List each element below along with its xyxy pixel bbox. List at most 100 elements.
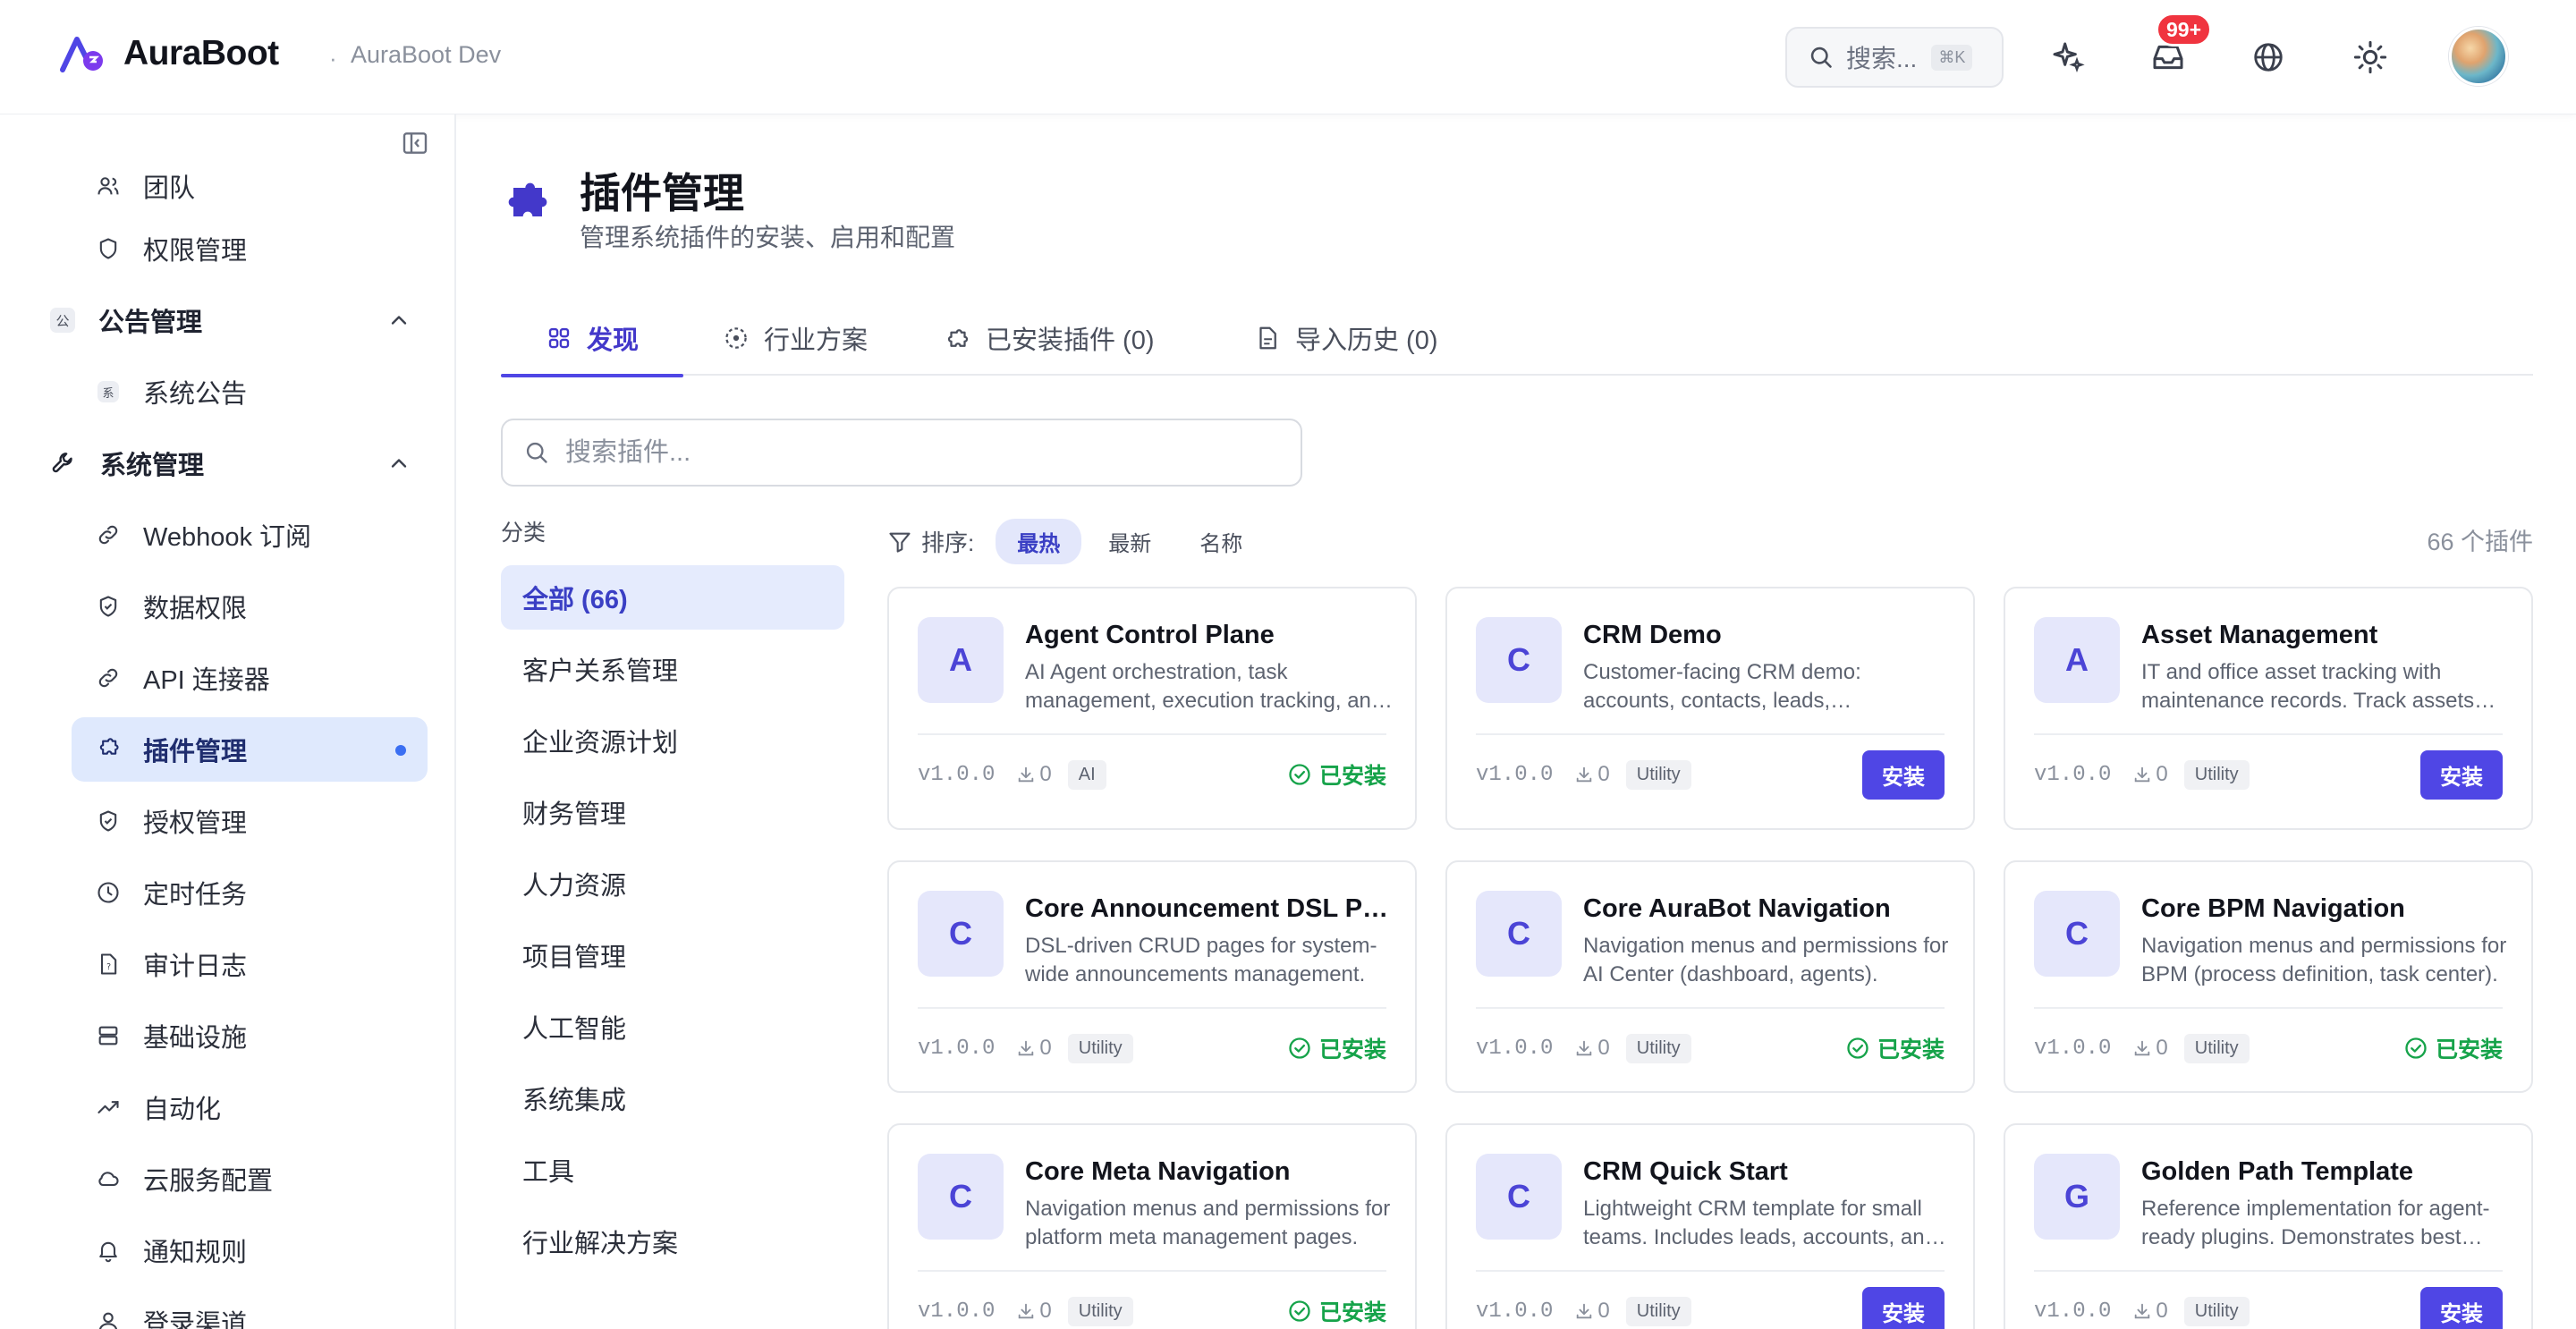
card-divider [1476,733,1945,735]
team-icon [95,173,122,199]
check-circle-icon [2405,1037,2427,1059]
plugin-meta: v1.0.0 0 Utility 安装 [1476,1286,1945,1329]
plugin-downloads: 0 [2132,1036,2168,1061]
install-button[interactable]: 安装 [1862,749,1945,800]
tab-label: 导入历史 (0) [1295,326,1438,355]
plugin-card[interactable]: C Core BPM Navigation Navigation menus and… [2004,860,2533,1093]
clock-icon [95,879,122,906]
plugin-description: DSL-driven CRUD pages for system-wide an… [1025,934,1377,986]
link-icon [95,664,122,691]
installed-status: 已安装 [2403,1032,2503,1064]
sidebar-item-login-channels[interactable]: 登录渠道 [72,1290,428,1329]
plugin-meta: v1.0.0 0 Utility 安装 [1476,749,1945,800]
page-title: 插件管理 [580,170,744,216]
plugin-search[interactable] [501,419,1302,487]
plugin-version: v1.0.0 [918,1299,996,1324]
plugin-card[interactable]: C CRM Quick Start Lightweight CRM template… [1445,1123,1975,1329]
sidebar-item-team[interactable]: 团队 [72,154,428,218]
cloud-icon [95,1165,122,1192]
plugin-search-input[interactable] [565,437,1263,468]
sidebar-item-permissions[interactable]: 权限管理 [72,216,428,281]
category-project[interactable]: 项目管理 [501,923,844,987]
card-divider [2034,1007,2503,1009]
tab-import-history[interactable]: 导入历史 (0) [1209,301,1483,376]
sidebar-item-infrastructure[interactable]: 基础设施 [72,1003,428,1068]
plugin-card[interactable]: C Core AuraBot Navigation Navigation menus… [1445,860,1975,1093]
page-subtitle: 管理系统插件的安装、启用和配置 [580,224,956,251]
plugin-version: v1.0.0 [2034,1299,2112,1324]
tab-discover[interactable]: 发现 [501,301,684,377]
plugin-card[interactable]: C CRM Demo Customer-facing CRM demo: accou… [1445,587,1975,830]
sidebar-item-data-permissions[interactable]: 数据权限 [72,574,428,639]
plugin-downloads: 0 [1574,762,1610,787]
sort-newest[interactable]: 最新 [1087,519,1173,564]
category-integration[interactable]: 系统集成 [501,1066,844,1130]
plugin-version: v1.0.0 [918,762,996,787]
tab-installed-plugins[interactable]: 已安装插件 (0) [900,301,1199,376]
sidebar-item-webhook[interactable]: Webhook 订阅 [72,503,428,567]
sidebar-item-scheduled-tasks[interactable]: 定时任务 [72,860,428,925]
plugin-card[interactable]: A Agent Control Plane AI Agent orchestrati… [887,587,1417,830]
search-icon [526,442,547,463]
sidebar-item-cloud-config[interactable]: 云服务配置 [72,1147,428,1211]
plugin-card[interactable]: G Golden Path Template Reference implement… [2004,1123,2533,1329]
brand-separator: · [329,45,337,72]
sort-name[interactable]: 名称 [1178,519,1264,564]
sort-popular[interactable]: 最热 [996,519,1082,564]
plugin-card[interactable]: C Core Meta Navigation Navigation menus an… [887,1123,1417,1329]
plugin-description: Navigation menus and permissions for pla… [1025,1197,1391,1249]
category-all[interactable]: 全部 (66) [501,565,844,630]
download-icon [2135,766,2150,783]
tab-industry-solutions[interactable]: 行业方案 [678,301,912,376]
sidebar-item-audit-log[interactable]: ? 审计日志 [72,932,428,996]
installed-status: 已安装 [1287,1295,1386,1327]
category-hr[interactable]: 人力资源 [501,851,844,916]
sidebar-item-label: 团队 [143,174,196,203]
target-icon [725,327,747,349]
plugin-tag: AI [1067,759,1106,790]
plugin-description: Lightweight CRM template for small teams… [1583,1197,1936,1249]
category-erp[interactable]: 企业资源计划 [501,708,844,773]
language-button[interactable] [2247,36,2290,79]
sidebar-group-system[interactable]: 系统管理 [36,431,428,495]
plugin-avatar: C [1476,891,1562,977]
sidebar-item-label: API 连接器 [143,666,270,695]
ai-assistant-button[interactable] [2046,36,2089,79]
sidebar-item-plugins[interactable]: 插件管理 [72,717,428,782]
link-icon [95,521,122,548]
plugin-tag: Utility [1625,1033,1691,1063]
sidebar-item-label: 审计日志 [143,952,248,981]
plugin-avatar: C [918,1154,1004,1240]
global-search-placeholder: 搜索... [1846,45,1918,72]
chevron-up-icon [391,459,407,468]
check-circle-icon [1289,764,1310,785]
plugin-tabs: 发现 行业方案 已安装插件 (0) 导入历史 (0) [501,301,2533,377]
sidebar-item-notification-rules[interactable]: 通知规则 [72,1218,428,1282]
install-button[interactable]: 安装 [1862,1286,1945,1329]
card-divider [918,1270,1386,1272]
filter-icon [889,532,911,553]
install-button[interactable]: 安装 [2420,749,2503,800]
sidebar-item-licenses[interactable]: 授权管理 [72,789,428,853]
category-industry[interactable]: 行业解决方案 [501,1209,844,1274]
puzzle-icon [95,736,122,763]
plugin-card[interactable]: C Core Announcement DSL Pages DSL-driven C… [887,860,1417,1093]
sidebar-item-system-announcements[interactable]: 系 系统公告 [72,360,428,424]
brand[interactable]: AuraBoot [59,34,279,73]
grid-icon [548,327,570,349]
category-tools[interactable]: 工具 [501,1138,844,1202]
category-ai[interactable]: 人工智能 [501,995,844,1059]
theme-toggle-button[interactable] [2349,36,2392,79]
category-crm[interactable]: 客户关系管理 [501,637,844,701]
install-button[interactable]: 安装 [2420,1286,2503,1329]
sidebar-item-automation[interactable]: 自动化 [72,1075,428,1139]
sidebar-item-api-connector[interactable]: API 连接器 [72,646,428,710]
plugin-card[interactable]: A Asset Management IT and office asset tra… [2004,587,2533,830]
global-search[interactable]: 搜索... ⌘K [1785,27,2004,88]
download-icon [1019,1040,1034,1056]
download-icon [1577,1303,1592,1319]
sidebar-group-announcements[interactable]: 公 公告管理 [36,288,428,352]
category-finance[interactable]: 财务管理 [501,780,844,844]
user-avatar[interactable] [2449,27,2508,86]
plugin-title: Golden Path Template [2141,1157,2414,1186]
